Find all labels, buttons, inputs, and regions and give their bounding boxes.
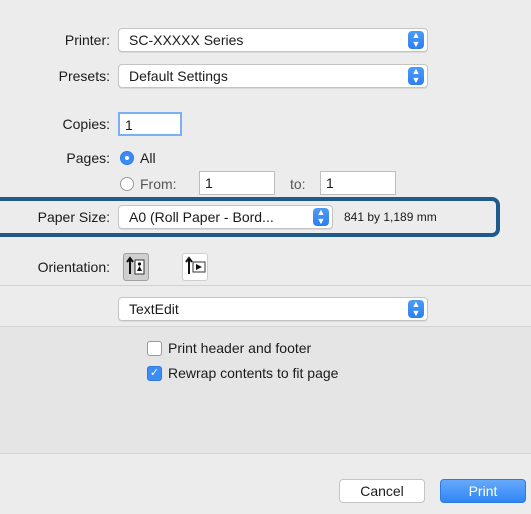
pages-from-label: From: (140, 176, 177, 192)
printer-label: Printer: (64, 32, 110, 48)
separator (0, 285, 531, 286)
paper-size-popup[interactable]: A0 (Roll Paper - Bord... ▲ ▼ (118, 205, 333, 229)
pages-all-label: All (140, 150, 156, 166)
rewrap-checkbox[interactable]: ✓ (147, 366, 162, 381)
up-down-chevron-icon: ▲ ▼ (408, 31, 424, 49)
presets-value: Default Settings (129, 68, 228, 84)
up-down-chevron-icon: ▲ ▼ (408, 67, 424, 85)
pages-to-label: to: (290, 176, 306, 192)
printer-popup[interactable]: SC-XXXXX Series ▲ ▼ (118, 28, 428, 52)
presets-popup[interactable]: Default Settings ▲ ▼ (118, 64, 428, 88)
cancel-button[interactable]: Cancel (339, 479, 425, 503)
pages-to-field[interactable]: 1 (320, 171, 396, 195)
pages-from-field[interactable]: 1 (199, 171, 275, 195)
section-popup[interactable]: TextEdit ▲ ▼ (118, 297, 428, 321)
copies-label: Copies: (62, 116, 110, 132)
presets-label: Presets: (58, 68, 110, 84)
pages-all-radio[interactable] (120, 151, 134, 165)
up-down-chevron-icon: ▲ ▼ (313, 208, 329, 226)
checkmark-icon: ✓ (149, 367, 160, 379)
up-down-chevron-icon: ▲ ▼ (408, 300, 424, 318)
header-footer-checkbox[interactable] (147, 341, 162, 356)
paper-size-value: A0 (Roll Paper - Bord... (129, 209, 274, 225)
pages-label: Pages: (66, 150, 110, 166)
portrait-orientation-icon[interactable] (123, 253, 149, 281)
paper-size-dimensions: 841 by 1,189 mm (344, 210, 437, 224)
section-popup-value: TextEdit (129, 301, 179, 317)
copies-field[interactable]: 1 (118, 112, 182, 136)
rewrap-label: Rewrap contents to fit page (168, 365, 339, 381)
orientation-label: Orientation: (37, 259, 110, 275)
printer-value: SC-XXXXX Series (129, 32, 244, 48)
header-footer-label: Print header and footer (168, 340, 312, 356)
pages-from-radio[interactable] (120, 177, 134, 191)
print-button[interactable]: Print (440, 479, 526, 503)
paper-size-label: Paper Size: (37, 209, 110, 225)
landscape-orientation-icon[interactable] (182, 253, 208, 281)
